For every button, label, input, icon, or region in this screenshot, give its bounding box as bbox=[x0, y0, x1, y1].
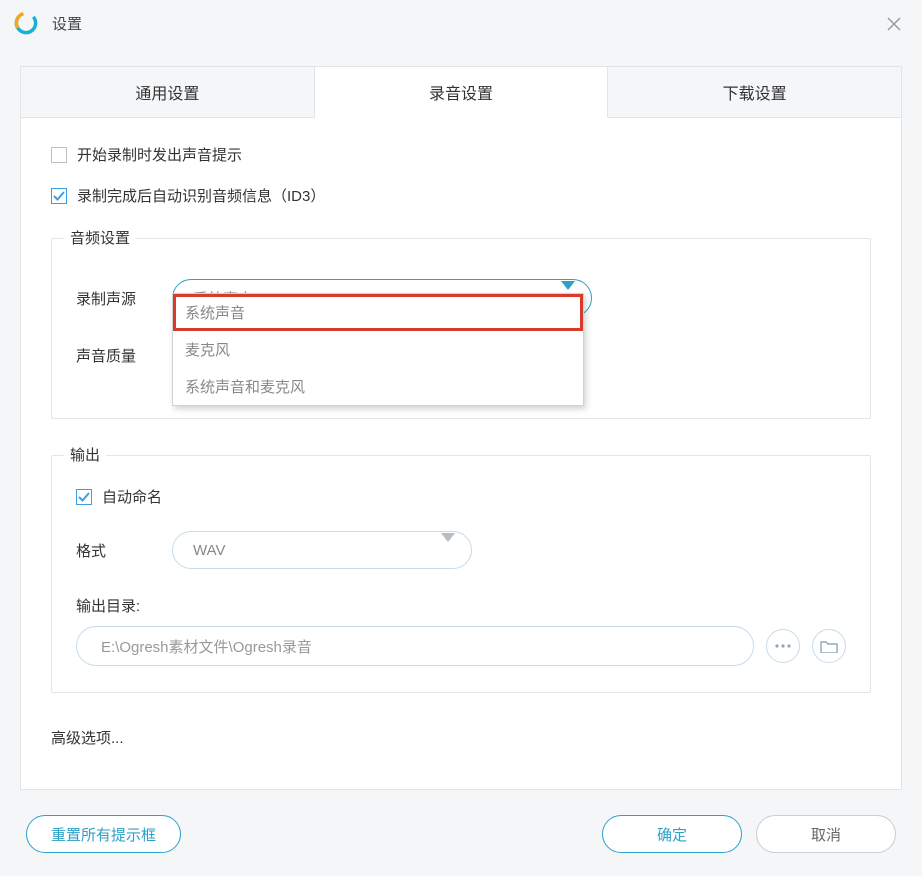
autoname-checkbox[interactable] bbox=[76, 489, 92, 505]
source-option-mic[interactable]: 麦克风 bbox=[173, 331, 583, 368]
source-label: 录制声源 bbox=[76, 288, 172, 309]
format-select[interactable]: WAV bbox=[172, 531, 472, 569]
tab-label: 通用设置 bbox=[135, 80, 199, 104]
tab-bar: 通用设置 录音设置 下载设置 bbox=[20, 66, 902, 118]
tab-download[interactable]: 下载设置 bbox=[608, 66, 902, 117]
output-dir-field[interactable]: E:\Ogresh素材文件\Ogresh录音 bbox=[76, 626, 754, 666]
output-dir-label: 输出目录: bbox=[76, 595, 846, 616]
close-icon bbox=[886, 16, 902, 32]
sound-hint-checkbox[interactable] bbox=[51, 147, 67, 163]
output-dir-value: E:\Ogresh素材文件\Ogresh录音 bbox=[101, 636, 312, 657]
titlebar: 设置 bbox=[0, 0, 922, 46]
output-legend: 输出 bbox=[64, 444, 106, 465]
ellipsis-icon bbox=[775, 643, 791, 649]
id3-row: 录制完成后自动识别音频信息（ID3） bbox=[51, 185, 871, 206]
format-value: WAV bbox=[193, 542, 226, 559]
output-group: 输出 自动命名 格式 WAV 输出目录: E:\Ogresh素材文件\Ogres… bbox=[51, 455, 871, 693]
source-dropdown: 系统声音 麦克风 系统声音和麦克风 bbox=[172, 293, 584, 406]
app-logo-icon bbox=[12, 9, 40, 37]
folder-icon bbox=[820, 639, 838, 653]
id3-label: 录制完成后自动识别音频信息（ID3） bbox=[77, 185, 325, 206]
tab-recording[interactable]: 录音设置 bbox=[315, 66, 609, 118]
source-option-system[interactable]: 系统声音 bbox=[173, 294, 583, 331]
advanced-options-link[interactable]: 高级选项... bbox=[51, 727, 871, 748]
close-button[interactable] bbox=[880, 10, 908, 38]
tab-label: 下载设置 bbox=[723, 80, 787, 104]
option-label: 系统声音和麦克风 bbox=[185, 379, 305, 396]
tab-label: 录音设置 bbox=[429, 80, 493, 104]
autoname-row: 自动命名 bbox=[76, 486, 846, 507]
window-title: 设置 bbox=[52, 13, 82, 34]
quality-label: 声音质量 bbox=[76, 345, 172, 366]
source-option-both[interactable]: 系统声音和麦克风 bbox=[173, 368, 583, 405]
ok-button[interactable]: 确定 bbox=[602, 815, 742, 853]
id3-checkbox[interactable] bbox=[51, 188, 67, 204]
option-label: 麦克风 bbox=[185, 342, 230, 359]
format-row: 格式 WAV bbox=[76, 531, 846, 569]
chevron-down-icon bbox=[441, 542, 455, 559]
cancel-button[interactable]: 取消 bbox=[756, 815, 896, 853]
recording-pane: 开始录制时发出声音提示 录制完成后自动识别音频信息（ID3） 音频设置 录制声源… bbox=[20, 118, 902, 790]
button-label: 重置所有提示框 bbox=[51, 824, 156, 845]
tab-general[interactable]: 通用设置 bbox=[20, 66, 315, 117]
option-label: 系统声音 bbox=[185, 305, 245, 322]
button-label: 取消 bbox=[811, 824, 841, 845]
settings-window: 设置 通用设置 录音设置 下载设置 开始录制时发出声音提示 bbox=[0, 0, 922, 876]
autoname-label: 自动命名 bbox=[102, 486, 162, 507]
reset-hints-button[interactable]: 重置所有提示框 bbox=[26, 815, 181, 853]
more-button[interactable] bbox=[766, 629, 800, 663]
format-label: 格式 bbox=[76, 540, 172, 561]
footer: 重置所有提示框 确定 取消 bbox=[0, 792, 922, 876]
audio-group: 音频设置 录制声源 系统声音 系统声音 麦克风 系统声音和麦克风 bbox=[51, 238, 871, 419]
sound-hint-label: 开始录制时发出声音提示 bbox=[77, 144, 242, 165]
output-dir-row: E:\Ogresh素材文件\Ogresh录音 bbox=[76, 626, 846, 666]
sound-hint-row: 开始录制时发出声音提示 bbox=[51, 144, 871, 165]
advanced-label: 高级选项... bbox=[51, 730, 124, 747]
browse-button[interactable] bbox=[812, 629, 846, 663]
audio-legend: 音频设置 bbox=[64, 227, 136, 248]
button-label: 确定 bbox=[657, 824, 687, 845]
